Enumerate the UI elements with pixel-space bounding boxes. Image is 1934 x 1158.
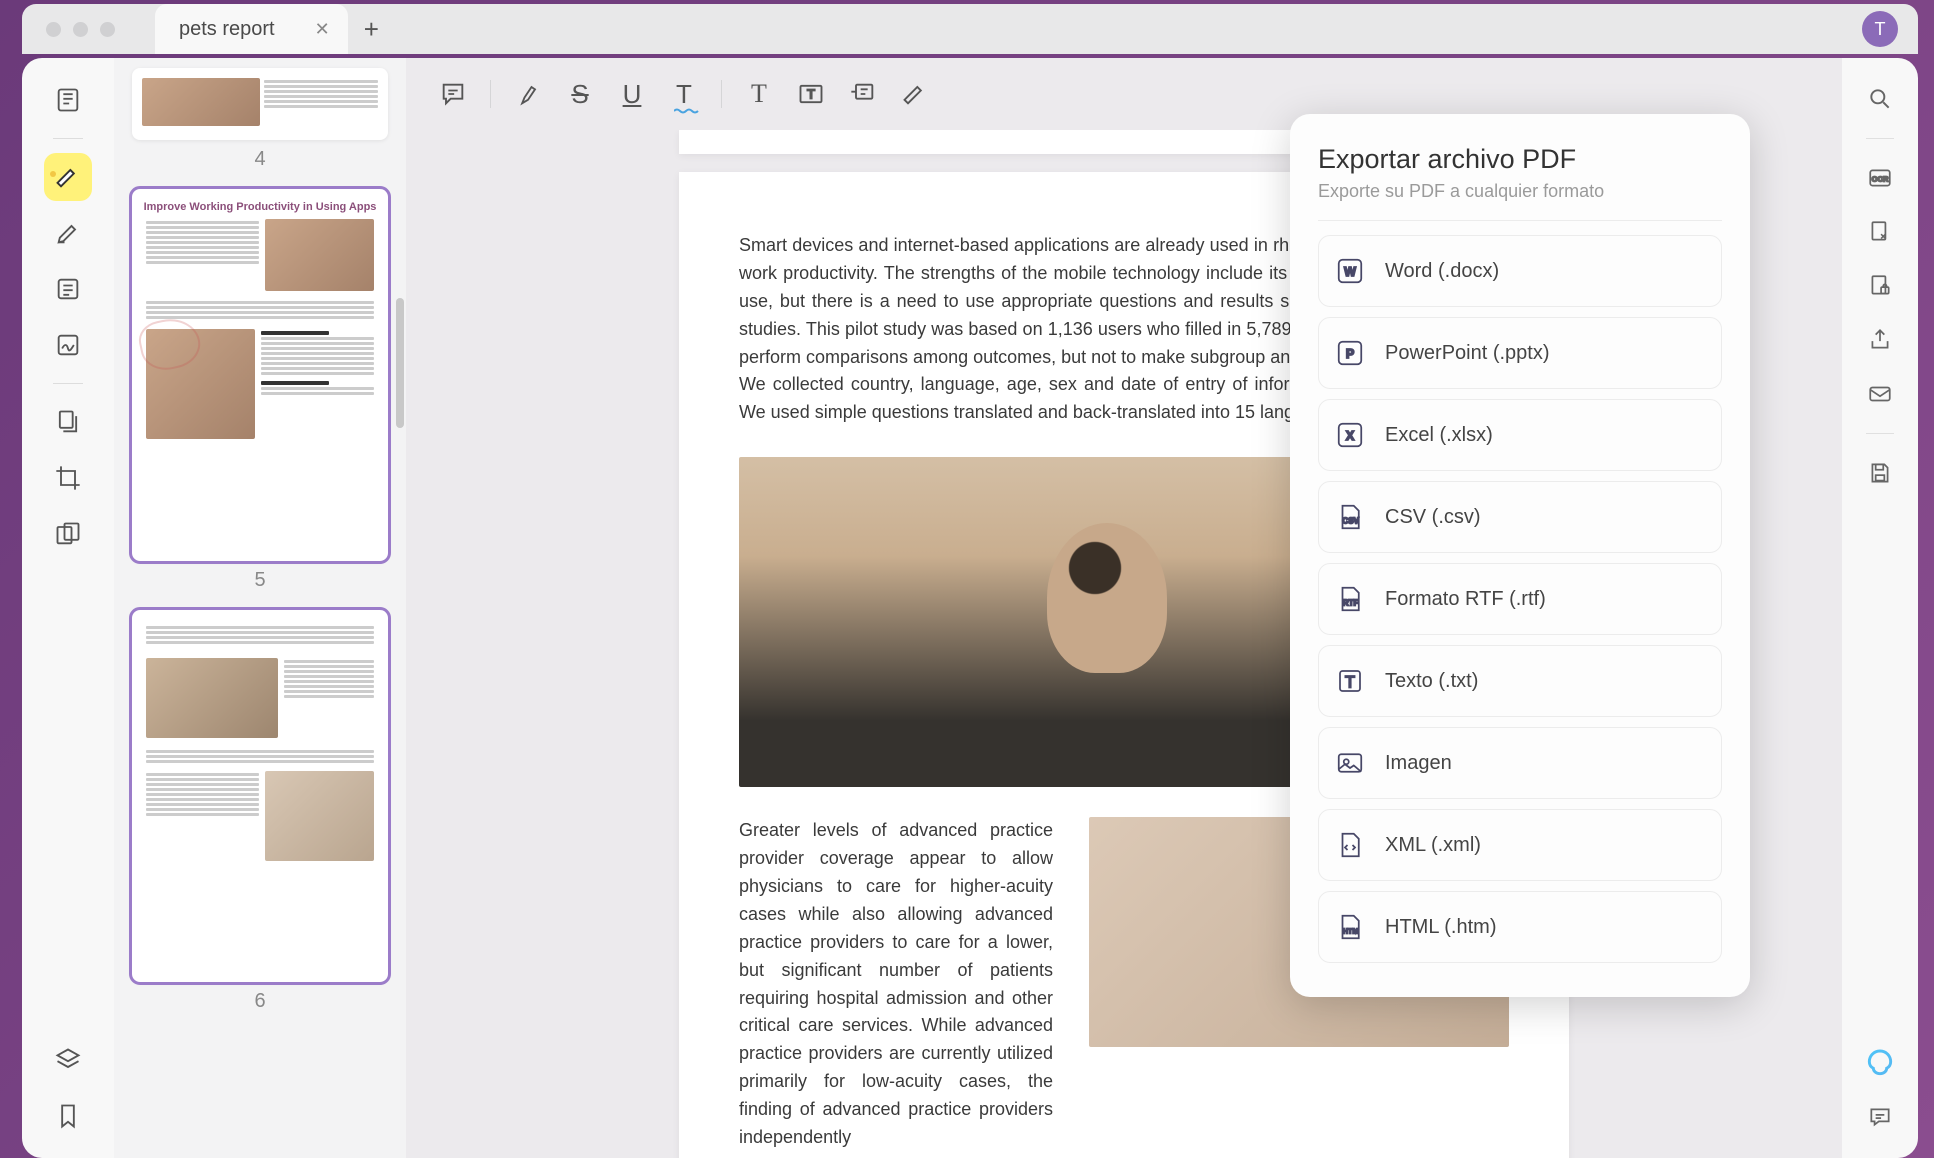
thumbnail-4[interactable]: 4 <box>132 68 388 171</box>
highlighter-tool[interactable] <box>44 153 92 201</box>
strikethrough-button[interactable]: S <box>557 71 603 117</box>
svg-text:X: X <box>1346 429 1355 443</box>
export-csv[interactable]: CSV CSV (.csv) <box>1318 481 1722 553</box>
thumbnail-6[interactable]: 6 <box>132 610 388 1013</box>
image-icon <box>1333 746 1367 780</box>
page-manage-tool[interactable] <box>44 398 92 446</box>
compare-tool[interactable] <box>44 510 92 558</box>
export-panel: Exportar archivo PDF Exporte su PDF a cu… <box>1290 114 1750 997</box>
right-tool-rail: OCR <box>1842 58 1918 1158</box>
new-tab-button[interactable]: + <box>364 14 379 45</box>
page-number: 6 <box>132 990 388 1013</box>
document-view: S U T T T <box>406 58 1842 1158</box>
close-light[interactable] <box>46 22 61 37</box>
paragraph: Greater levels of advanced practice prov… <box>739 817 1053 1152</box>
document-tab[interactable]: pets report ✕ <box>155 4 348 54</box>
traffic-lights <box>46 22 115 37</box>
thumbnail-5[interactable]: Improve Working Productivity in Using Ap… <box>132 189 388 592</box>
tab-close-button[interactable]: ✕ <box>315 19 330 40</box>
eraser-button[interactable] <box>892 71 938 117</box>
powerpoint-icon: P <box>1333 336 1367 370</box>
highlighter-button[interactable] <box>505 71 551 117</box>
thumbnails-panel: 4 Improve Working Productivity in Using … <box>114 58 406 1158</box>
export-rtf[interactable]: RTF Formato RTF (.rtf) <box>1318 563 1722 635</box>
html-icon: HTM <box>1333 910 1367 944</box>
svg-text:HTM: HTM <box>1343 926 1359 935</box>
page-number: 4 <box>132 148 388 171</box>
comment-button[interactable] <box>430 71 476 117</box>
ocr-button[interactable]: OCR <box>1859 157 1901 199</box>
left-tool-rail <box>22 58 114 1158</box>
minimize-light[interactable] <box>73 22 88 37</box>
ai-button[interactable] <box>1859 1042 1901 1084</box>
export-excel[interactable]: X Excel (.xlsx) <box>1318 399 1722 471</box>
form-tool[interactable] <box>44 265 92 313</box>
export-html[interactable]: HTM HTML (.htm) <box>1318 891 1722 963</box>
export-xml[interactable]: XML (.xml) <box>1318 809 1722 881</box>
avatar[interactable]: T <box>1862 11 1898 47</box>
csv-icon: CSV <box>1333 500 1367 534</box>
page-number: 5 <box>132 569 388 592</box>
svg-text:RTF: RTF <box>1343 598 1359 607</box>
thumbnails-scrollbar[interactable] <box>396 298 404 428</box>
titlebar: pets report ✕ + T <box>22 4 1918 54</box>
svg-text:W: W <box>1344 265 1356 279</box>
textbox-button[interactable]: T <box>788 71 834 117</box>
reader-tool[interactable] <box>44 76 92 124</box>
svg-text:T: T <box>1345 673 1355 691</box>
export-word[interactable]: W Word (.docx) <box>1318 235 1722 307</box>
export-title: Exportar archivo PDF <box>1318 144 1722 175</box>
export-txt[interactable]: T Texto (.txt) <box>1318 645 1722 717</box>
tab-title: pets report <box>179 18 275 41</box>
export-subtitle: Exporte su PDF a cualquier formato <box>1318 181 1722 202</box>
signature-tool[interactable] <box>44 321 92 369</box>
zoom-light[interactable] <box>100 22 115 37</box>
svg-text:CSV: CSV <box>1342 516 1359 525</box>
squiggly-button[interactable]: T <box>661 71 707 117</box>
search-button[interactable] <box>1859 78 1901 120</box>
protect-button[interactable] <box>1859 265 1901 307</box>
xml-icon <box>1333 828 1367 862</box>
chat-button[interactable] <box>1859 1096 1901 1138</box>
save-button[interactable] <box>1859 452 1901 494</box>
share-button[interactable] <box>1859 319 1901 361</box>
svg-text:T: T <box>807 87 815 102</box>
excel-icon: X <box>1333 418 1367 452</box>
callout-button[interactable] <box>840 71 886 117</box>
svg-text:P: P <box>1346 347 1354 361</box>
crop-tool[interactable] <box>44 454 92 502</box>
email-button[interactable] <box>1859 373 1901 415</box>
svg-text:OCR: OCR <box>1872 174 1889 183</box>
txt-icon: T <box>1333 664 1367 698</box>
text-button[interactable]: T <box>736 71 782 117</box>
export-image[interactable]: Imagen <box>1318 727 1722 799</box>
layers-tool[interactable] <box>44 1036 92 1084</box>
word-icon: W <box>1333 254 1367 288</box>
pen-tool[interactable] <box>44 209 92 257</box>
export-powerpoint[interactable]: P PowerPoint (.pptx) <box>1318 317 1722 389</box>
rtf-icon: RTF <box>1333 582 1367 616</box>
underline-button[interactable]: U <box>609 71 655 117</box>
bookmark-tool[interactable] <box>44 1092 92 1140</box>
crop-page-button[interactable] <box>1859 211 1901 253</box>
